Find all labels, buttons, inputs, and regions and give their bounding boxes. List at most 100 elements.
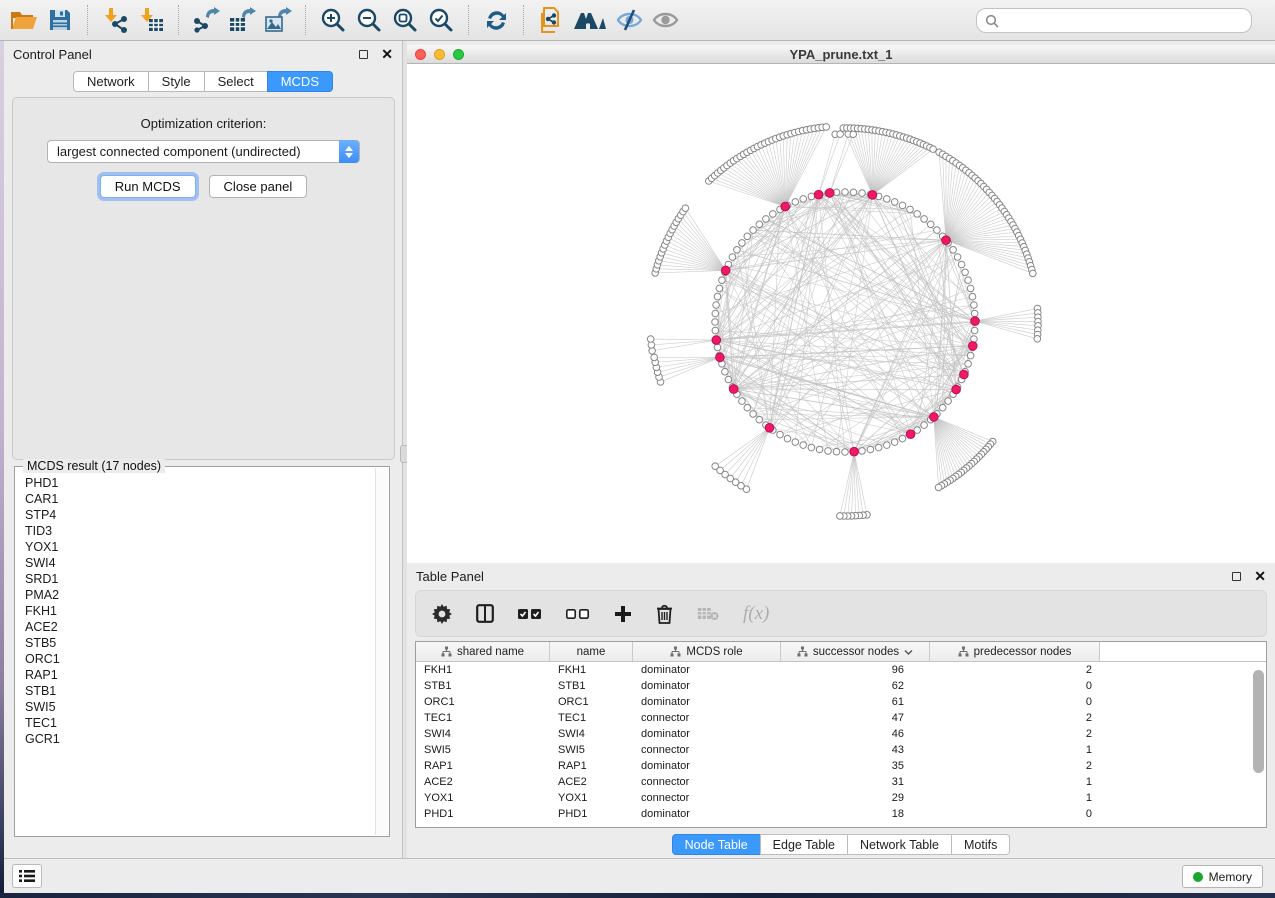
tab-style[interactable]: Style <box>148 71 205 92</box>
float-panel-icon[interactable] <box>359 50 368 59</box>
gear-icon[interactable] <box>432 604 452 624</box>
zoom-in-icon[interactable] <box>316 5 350 35</box>
memory-button[interactable]: Memory <box>1182 865 1263 888</box>
mcds-result-item[interactable]: GCR1 <box>17 731 375 747</box>
tab-node-table[interactable]: Node Table <box>672 834 761 855</box>
tab-edge-table[interactable]: Edge Table <box>760 834 848 855</box>
column-header-MCDS-role[interactable]: MCDS role <box>633 642 781 661</box>
node-table: shared namename MCDS role successor nodesp… <box>415 641 1267 828</box>
table-row[interactable]: FKH1FKH1dominator962 <box>416 662 1266 678</box>
mcds-result-item[interactable]: STB5 <box>17 635 375 651</box>
table-row[interactable]: SWI4SWI4dominator462 <box>416 726 1266 742</box>
task-history-button[interactable] <box>12 864 42 888</box>
table-row[interactable]: PHD1PHD1dominator180 <box>416 806 1266 822</box>
control-panel-title: Control Panel <box>13 47 92 62</box>
zoom-fit-icon[interactable] <box>388 5 422 35</box>
search-input[interactable] <box>1004 14 1243 28</box>
deselect-all-icon[interactable] <box>566 608 590 620</box>
trash-icon[interactable] <box>656 604 673 624</box>
table-row[interactable]: ACE2ACE2connector311 <box>416 774 1266 790</box>
mcds-result-item[interactable]: STP4 <box>17 507 375 523</box>
mcds-result-item[interactable]: PHD1 <box>17 475 375 491</box>
show-panel-icon[interactable] <box>648 5 682 35</box>
table-cell: 0 <box>930 808 1100 820</box>
column-header-successor-nodes[interactable]: successor nodes <box>781 642 930 661</box>
criterion-value: largest connected component (undirected) <box>57 144 301 159</box>
export-network-icon[interactable] <box>189 5 223 35</box>
hide-panel-icon[interactable] <box>612 5 646 35</box>
search-field[interactable] <box>976 8 1252 33</box>
import-table-icon[interactable] <box>134 5 168 35</box>
mcds-result-list: PHD1CAR1STP4TID3YOX1SWI4SRD1PMA2FKH1ACE2… <box>17 475 375 834</box>
mcds-list-scrollbar[interactable] <box>375 468 388 835</box>
close-panel-button[interactable]: Close panel <box>209 175 308 198</box>
column-label: MCDS role <box>686 646 742 658</box>
float-table-panel-icon[interactable] <box>1232 572 1241 581</box>
close-panel-icon[interactable]: ✕ <box>381 49 393 59</box>
network-titlebar: YPA_prune.txt_1 <box>407 45 1275 64</box>
column-header-name[interactable]: name <box>550 642 633 661</box>
mcds-result-item[interactable]: PMA2 <box>17 587 375 603</box>
import-network-icon[interactable] <box>98 5 132 35</box>
attribute-icon <box>797 646 808 657</box>
table-row[interactable]: YOX1YOX1connector291 <box>416 790 1266 806</box>
close-table-panel-icon[interactable]: ✕ <box>1254 571 1266 581</box>
clone-network-icon[interactable] <box>534 5 568 35</box>
network-canvas[interactable] <box>407 64 1275 562</box>
toolbar-separator <box>178 5 179 35</box>
add-icon[interactable] <box>614 605 632 623</box>
tab-select[interactable]: Select <box>204 71 268 92</box>
refresh-icon[interactable] <box>479 5 513 35</box>
table-scrollbar-thumb[interactable] <box>1253 670 1264 773</box>
save-icon[interactable] <box>43 5 77 35</box>
table-cell: dominator <box>633 728 781 740</box>
table-row[interactable]: SWI5SWI5connector431 <box>416 742 1266 758</box>
table-cell: YOX1 <box>550 792 633 804</box>
table-cell: STB1 <box>416 680 550 692</box>
tab-mcds[interactable]: MCDS <box>267 71 333 92</box>
overview-icon[interactable] <box>570 5 610 35</box>
right-area: YPA_prune.txt_1 Table Panel ✕ <box>407 41 1275 858</box>
mcds-result-item[interactable]: YOX1 <box>17 539 375 555</box>
dropdown-stepper-icon <box>339 140 359 163</box>
column-layout-icon[interactable] <box>476 604 494 623</box>
mcds-result-item[interactable]: STB1 <box>17 683 375 699</box>
table-cell: ACE2 <box>416 776 550 788</box>
export-table-icon[interactable] <box>225 5 259 35</box>
table-row[interactable]: RAP1RAP1dominator352 <box>416 758 1266 774</box>
mcds-result-item[interactable]: CAR1 <box>17 491 375 507</box>
column-header-shared-name[interactable]: shared name <box>416 642 550 661</box>
tab-network[interactable]: Network <box>73 71 149 92</box>
table-cell: ORC1 <box>550 696 633 708</box>
table-scrollbar[interactable] <box>1253 666 1264 816</box>
export-image-icon[interactable] <box>261 5 295 35</box>
run-mcds-button[interactable]: Run MCDS <box>100 175 196 198</box>
mcds-result-item[interactable]: ACE2 <box>17 619 375 635</box>
table-cell: dominator <box>633 680 781 692</box>
table-row[interactable]: TEC1TEC1connector472 <box>416 710 1266 726</box>
mcds-result-item[interactable]: TEC1 <box>17 715 375 731</box>
tab-motifs[interactable]: Motifs <box>951 834 1010 855</box>
mcds-result-item[interactable]: SWI4 <box>17 555 375 571</box>
open-folder-icon[interactable] <box>7 5 41 35</box>
function-icon: f(x) <box>743 603 769 625</box>
mcds-result-item[interactable]: SWI5 <box>17 699 375 715</box>
desktop-background-bottom <box>0 893 1275 898</box>
table-cell: SWI4 <box>550 728 633 740</box>
table-cell: SWI5 <box>416 744 550 756</box>
tab-network-table[interactable]: Network Table <box>847 834 952 855</box>
select-all-icon[interactable] <box>518 608 542 620</box>
criterion-dropdown[interactable]: largest connected component (undirected) <box>47 140 360 163</box>
table-row[interactable]: STB1STB1dominator620 <box>416 678 1266 694</box>
column-header-predecessor-nodes[interactable]: predecessor nodes <box>930 642 1100 661</box>
table-cell: ACE2 <box>550 776 633 788</box>
mcds-result-item[interactable]: FKH1 <box>17 603 375 619</box>
mcds-result-item[interactable]: TID3 <box>17 523 375 539</box>
mcds-result-item[interactable]: SRD1 <box>17 571 375 587</box>
mcds-result-item[interactable]: RAP1 <box>17 667 375 683</box>
table-cell: 96 <box>781 664 930 676</box>
zoom-selected-icon[interactable] <box>424 5 458 35</box>
zoom-out-icon[interactable] <box>352 5 386 35</box>
table-row[interactable]: ORC1ORC1dominator610 <box>416 694 1266 710</box>
mcds-result-item[interactable]: ORC1 <box>17 651 375 667</box>
